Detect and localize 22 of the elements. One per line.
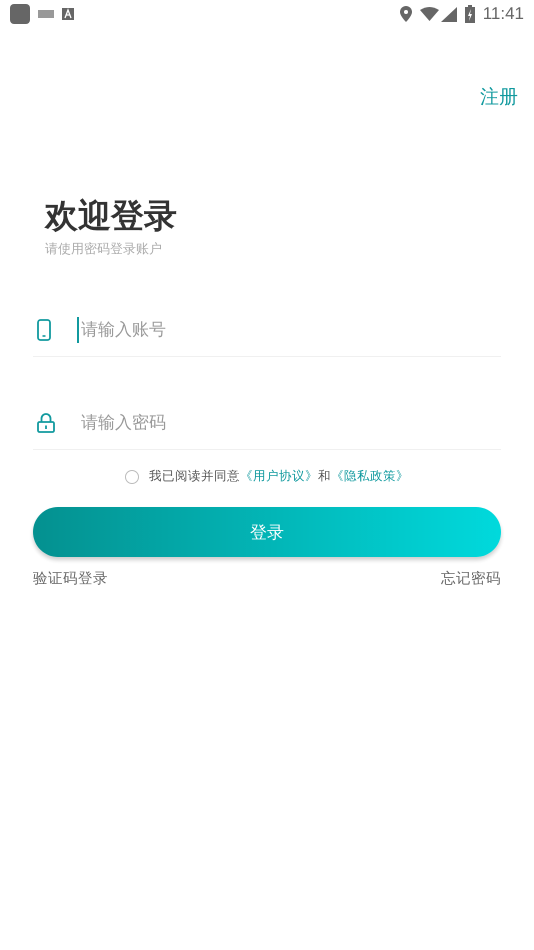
app-icon	[10, 4, 30, 24]
password-field[interactable]: 请输入密码	[77, 410, 501, 436]
register-link[interactable]: 注册	[480, 84, 518, 110]
keyboard-icon	[38, 10, 54, 18]
agreement-link[interactable]: 《隐私政策》	[331, 468, 409, 483]
signal-icon	[440, 6, 457, 22]
phone-icon	[37, 319, 51, 341]
text-icon	[62, 8, 74, 20]
forgot-password-link[interactable]: 忘记密码	[441, 569, 501, 588]
wifi-icon	[420, 7, 439, 21]
location-icon	[400, 6, 412, 22]
agreement-text: 我已阅读并同意《用户协议》和《隐私政策》	[149, 468, 409, 485]
subtitle: 请使用密码登录账户	[45, 241, 163, 258]
code-login-link[interactable]: 验证码登录	[33, 569, 108, 588]
agreement-link[interactable]: 《用户协议》	[240, 468, 318, 483]
account-field[interactable]: 请输入账号	[77, 317, 501, 343]
status-time: 11:41	[482, 4, 524, 24]
welcome-title: 欢迎登录	[45, 195, 178, 237]
login-button[interactable]: 登录	[33, 507, 501, 557]
lock-icon	[37, 413, 55, 433]
agreement-checkbox[interactable]	[125, 470, 139, 484]
battery-icon	[464, 5, 475, 23]
